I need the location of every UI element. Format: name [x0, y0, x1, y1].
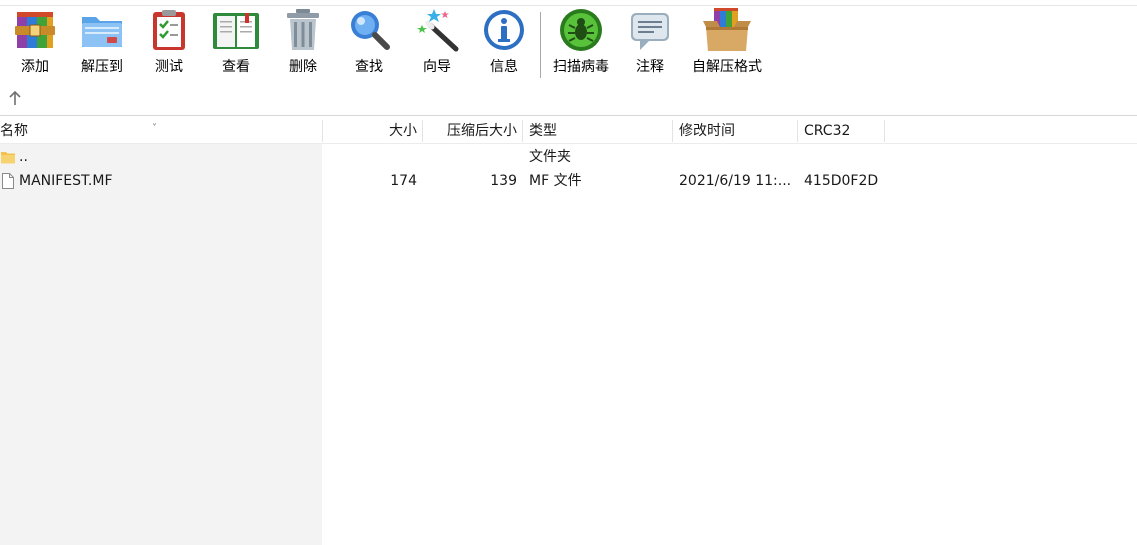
col-header-name[interactable]: 名称 ˅	[0, 118, 322, 144]
nav-row	[0, 82, 1137, 116]
col-divider[interactable]	[884, 120, 885, 142]
view-button[interactable]: 查看	[210, 6, 262, 82]
add-label: 添加	[21, 59, 49, 75]
find-label: 查找	[355, 59, 383, 75]
add-button[interactable]: 添加	[12, 6, 58, 82]
list-row-file[interactable]: MANIFEST.MF 174 139 MF 文件 2021/6/19 11:.…	[0, 169, 1137, 193]
file-icon	[1, 173, 15, 189]
comment-button[interactable]: 注释	[627, 6, 673, 82]
toolbar-separator	[540, 12, 541, 78]
col-header-crc[interactable]: CRC32	[804, 118, 884, 144]
find-button[interactable]: 查找	[346, 6, 392, 82]
folder-icon	[1, 149, 15, 165]
col-header-size[interactable]: 大小	[323, 118, 417, 144]
row-modified: 2021/6/19 11:...	[679, 173, 792, 189]
sfx-button[interactable]: 自解压格式	[689, 6, 765, 82]
virus-scan-button[interactable]: 扫描病毒	[550, 6, 612, 82]
row-size: 174	[390, 173, 417, 189]
col-header-type[interactable]: 类型	[529, 118, 669, 144]
row-packed-size: 139	[490, 173, 517, 189]
wizard-label: 向导	[423, 59, 451, 75]
list-header: 名称 ˅ 大小 压缩后大小 类型 修改时间 CRC32	[0, 118, 1137, 144]
name-column-shade	[0, 144, 322, 545]
row-type: 文件夹	[529, 149, 571, 165]
trash-can-icon	[278, 6, 328, 54]
row-crc: 415D0F2D	[804, 173, 879, 189]
virus-scan-icon	[556, 6, 606, 54]
col-header-packed[interactable]: 压缩后大小	[423, 118, 517, 144]
list-row-parent-folder[interactable]: .. 文件夹	[0, 145, 1137, 169]
virus-scan-label: 扫描病毒	[553, 59, 609, 75]
col-divider[interactable]	[522, 120, 523, 142]
up-arrow-icon[interactable]	[6, 88, 24, 108]
info-button[interactable]: 信息	[481, 6, 527, 82]
extract-folder-icon	[77, 6, 127, 54]
test-checklist-icon	[144, 6, 194, 54]
delete-button[interactable]: 删除	[280, 6, 326, 82]
info-label: 信息	[490, 59, 518, 75]
info-icon	[479, 6, 529, 54]
view-book-icon	[211, 6, 261, 54]
archive-add-icon	[10, 6, 60, 54]
sfx-box-icon	[702, 6, 752, 54]
col-header-name-label: 名称	[0, 123, 28, 139]
wizard-button[interactable]: 向导	[414, 6, 460, 82]
delete-label: 删除	[289, 59, 317, 75]
col-divider[interactable]	[672, 120, 673, 142]
extract-to-label: 解压到	[81, 59, 123, 75]
magnifier-icon	[344, 6, 394, 54]
col-divider[interactable]	[797, 120, 798, 142]
file-list: 名称 ˅ 大小 压缩后大小 类型 修改时间 CRC32 .. 文件夹 MANIF…	[0, 118, 1137, 545]
sfx-label: 自解压格式	[692, 59, 762, 75]
row-name: ..	[19, 149, 28, 165]
col-header-modified[interactable]: 修改时间	[679, 118, 794, 144]
extract-to-button[interactable]: 解压到	[76, 6, 128, 82]
sort-chevron-down-icon: ˅	[152, 123, 157, 134]
comment-label: 注释	[636, 59, 664, 75]
wizard-wand-icon	[412, 6, 462, 54]
test-button[interactable]: 测试	[146, 6, 192, 82]
row-name: MANIFEST.MF	[19, 173, 113, 189]
comment-icon	[625, 6, 675, 54]
view-label: 查看	[222, 59, 250, 75]
row-type: MF 文件	[529, 173, 582, 189]
toolbar: 添加 解压到 测试 查看 删除 查找 向导 信息 扫描病毒 注释 自解压格式	[0, 6, 1137, 82]
test-label: 测试	[155, 59, 183, 75]
